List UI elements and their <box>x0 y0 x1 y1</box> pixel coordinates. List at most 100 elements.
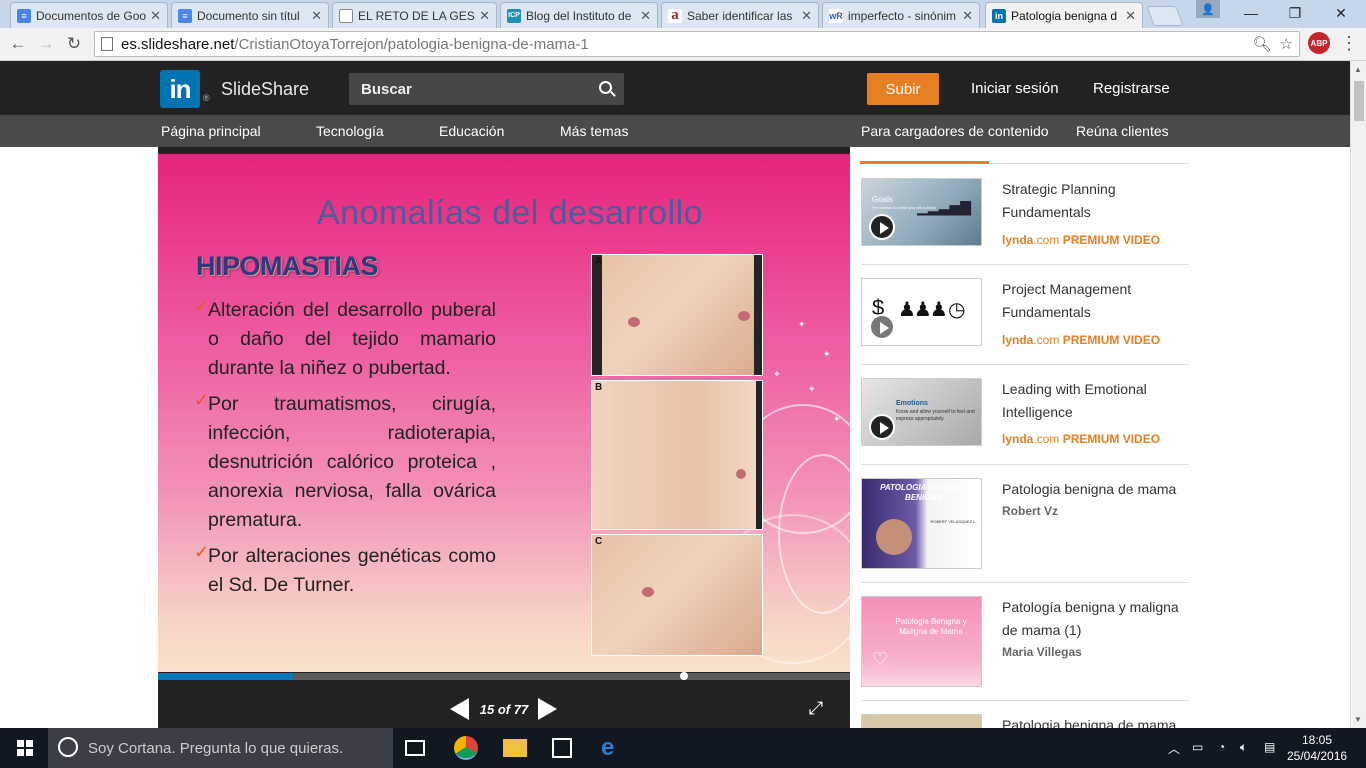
volume-icon[interactable]: 🔈︎ <box>1240 740 1247 755</box>
chrome-icon[interactable] <box>454 736 478 760</box>
nav-home[interactable]: Página principal <box>161 123 261 139</box>
page-info-icon[interactable] <box>101 37 113 51</box>
profile-icon[interactable]: 👤 <box>1196 0 1220 18</box>
scroll-down-icon[interactable]: ▼ <box>1354 715 1362 724</box>
search-icon[interactable] <box>599 81 612 94</box>
cortana-search[interactable]: Soy Cortana. Pregunta lo que quieras. <box>48 728 393 768</box>
checkmark-icon: ✓ <box>194 296 210 316</box>
site-a-icon: a <box>668 7 682 23</box>
close-icon[interactable]: ✕ <box>479 8 490 24</box>
slide-canvas[interactable]: ✦ ✦ ✦ ✦ ✦ Anomalías del desarrollo HIPOM… <box>158 154 850 672</box>
close-icon[interactable]: ✕ <box>311 8 322 24</box>
previous-slide-button[interactable] <box>450 698 469 720</box>
system-clock[interactable]: 18:05 25/04/2016 <box>1287 732 1347 764</box>
login-link[interactable]: Iniciar sesión <box>971 80 1059 97</box>
slideshow-thumbnail[interactable] <box>861 714 982 728</box>
bookmark-star-icon[interactable]: ☆ <box>1280 35 1293 53</box>
browser-tab[interactable]: ≡ Documentos de Goo ✕ <box>10 2 168 28</box>
cortana-icon <box>58 737 78 757</box>
rec-title[interactable]: Project Management Fundamentals <box>1002 278 1192 324</box>
scroll-up-icon[interactable]: ▲ <box>1354 65 1362 74</box>
progress-handle[interactable] <box>680 672 688 680</box>
video-thumbnail[interactable]: $ ♟♟♟ ◷ <box>861 278 982 346</box>
browser-tab[interactable]: ≡ Documento sin títul ✕ <box>171 2 329 28</box>
source-domain: .com <box>1033 333 1060 347</box>
slide-progress-bar[interactable] <box>158 672 850 680</box>
browser-tab-active[interactable]: in Patologia benigna d ✕ <box>985 2 1143 29</box>
photo-label: B <box>595 382 603 393</box>
brand-name[interactable]: SlideShare <box>221 79 309 100</box>
menu-icon[interactable]: ⋮ <box>1340 34 1358 52</box>
nav-uploaders[interactable]: Para cargadores de contenido <box>861 123 1049 139</box>
photo-label: A <box>595 256 603 267</box>
play-icon[interactable] <box>869 414 895 440</box>
upload-button[interactable]: Subir <box>867 73 939 105</box>
minimize-icon[interactable]: — <box>1228 0 1274 26</box>
browser-tab[interactable]: EL RETO DE LA GEST ✕ <box>332 2 497 28</box>
close-icon[interactable]: ✕ <box>801 8 812 24</box>
address-bar[interactable]: es.slideshare.net/CristianOtoyaTorrejon/… <box>94 31 1300 57</box>
linkedin-logo[interactable]: in <box>160 70 200 108</box>
search-input[interactable] <box>361 80 581 98</box>
browser-tab[interactable]: ICP Blog del Instituto de ✕ <box>500 2 658 28</box>
new-tab-button[interactable] <box>1146 6 1184 26</box>
close-icon[interactable]: ✕ <box>962 8 973 24</box>
video-thumbnail[interactable]: Goals Set metrics for what you will achi… <box>861 178 982 246</box>
register-link[interactable]: Registrarse <box>1093 80 1170 97</box>
nav-education[interactable]: Educación <box>439 123 504 139</box>
windows-start-icon[interactable] <box>17 740 34 756</box>
task-view-icon[interactable] <box>405 740 425 756</box>
search-box <box>349 73 624 105</box>
nav-leads[interactable]: Reúna clientes <box>1076 123 1169 139</box>
list-item: ✓ Por alteraciones genéticas como el Sd.… <box>194 542 496 600</box>
slideshow-thumbnail[interactable]: Patologia Benigna y Maligna de Mama ♡ <box>861 596 982 687</box>
rec-title[interactable]: Patologia benigna de mama <box>1002 478 1192 501</box>
browser-tab[interactable]: wR imperfecto - sinónim ✕ <box>822 2 980 28</box>
thumb-image <box>876 519 912 555</box>
play-icon[interactable] <box>869 314 895 340</box>
rec-author[interactable]: Robert Vz <box>1002 504 1058 518</box>
close-icon[interactable]: ✕ <box>150 8 161 24</box>
rec-title[interactable]: Patología benigna y maligna de mama (1) <box>1002 596 1192 642</box>
bar-chart-icon: ▁▂▃▅▇ <box>917 199 971 215</box>
notification-icon[interactable]: ▤ <box>1264 740 1275 754</box>
thumb-title: Emotions <box>896 400 928 407</box>
browser-tab[interactable]: a Saber identificar las ✕ <box>661 2 819 28</box>
fullscreen-icon[interactable]: ⤢ <box>806 698 826 718</box>
adblock-icon[interactable]: ABP <box>1308 32 1330 54</box>
tray-chevron-icon[interactable]: ︿ <box>1168 740 1180 757</box>
tab-label: Saber identificar las <box>687 8 793 23</box>
edge-icon[interactable]: e <box>601 736 625 760</box>
back-icon[interactable]: ← <box>6 32 30 56</box>
rec-title[interactable]: Patologia benigna de mama <box>1002 714 1189 728</box>
divider <box>861 700 1189 701</box>
nav-more-topics[interactable]: Más temas <box>560 123 628 139</box>
close-icon[interactable]: ✕ <box>1125 8 1136 24</box>
video-thumbnail[interactable]: Emotions Know and allow yourself to feel… <box>861 378 982 446</box>
wifi-icon[interactable]: ◔ <box>1218 740 1225 754</box>
close-icon[interactable]: ✕ <box>640 8 651 24</box>
list-item[interactable]: Patologia benigna de mama <box>861 714 1189 728</box>
file-explorer-icon[interactable] <box>503 739 527 757</box>
tab-label: EL RETO DE LA GEST <box>358 8 476 23</box>
tab-recommended[interactable] <box>860 147 989 164</box>
play-icon[interactable] <box>869 214 895 240</box>
rec-title[interactable]: Strategic Planning Fundamentals <box>1002 178 1192 224</box>
forward-icon[interactable]: → <box>34 32 58 56</box>
slideshow-thumbnail[interactable]: PATOLOGIA MAMARIA BENIGNA ROBERT VELASQU… <box>861 478 982 569</box>
reload-icon[interactable]: ↻ <box>62 32 86 56</box>
next-slide-button[interactable] <box>538 698 557 720</box>
battery-icon[interactable]: ▭ <box>1192 740 1203 754</box>
rec-title[interactable]: Leading with Emotional Intelligence <box>1002 378 1192 424</box>
scroll-thumb[interactable] <box>1354 81 1364 121</box>
sparkle-icon: ✦ <box>773 369 781 379</box>
page-scrollbar[interactable]: ▲ ▼ <box>1350 61 1366 728</box>
zoom-icon[interactable]: 🔍︎ <box>1253 35 1272 53</box>
store-icon[interactable] <box>552 738 572 758</box>
rec-author[interactable]: Maria Villegas <box>1002 645 1082 659</box>
nav-technology[interactable]: Tecnología <box>316 123 384 139</box>
close-window-icon[interactable]: ✕ <box>1318 0 1364 26</box>
photo-detail <box>736 469 746 479</box>
restore-icon[interactable]: ❐ <box>1272 0 1318 26</box>
thumb-title: PATOLOGIA MAMARIA BENIGNA <box>880 483 967 502</box>
